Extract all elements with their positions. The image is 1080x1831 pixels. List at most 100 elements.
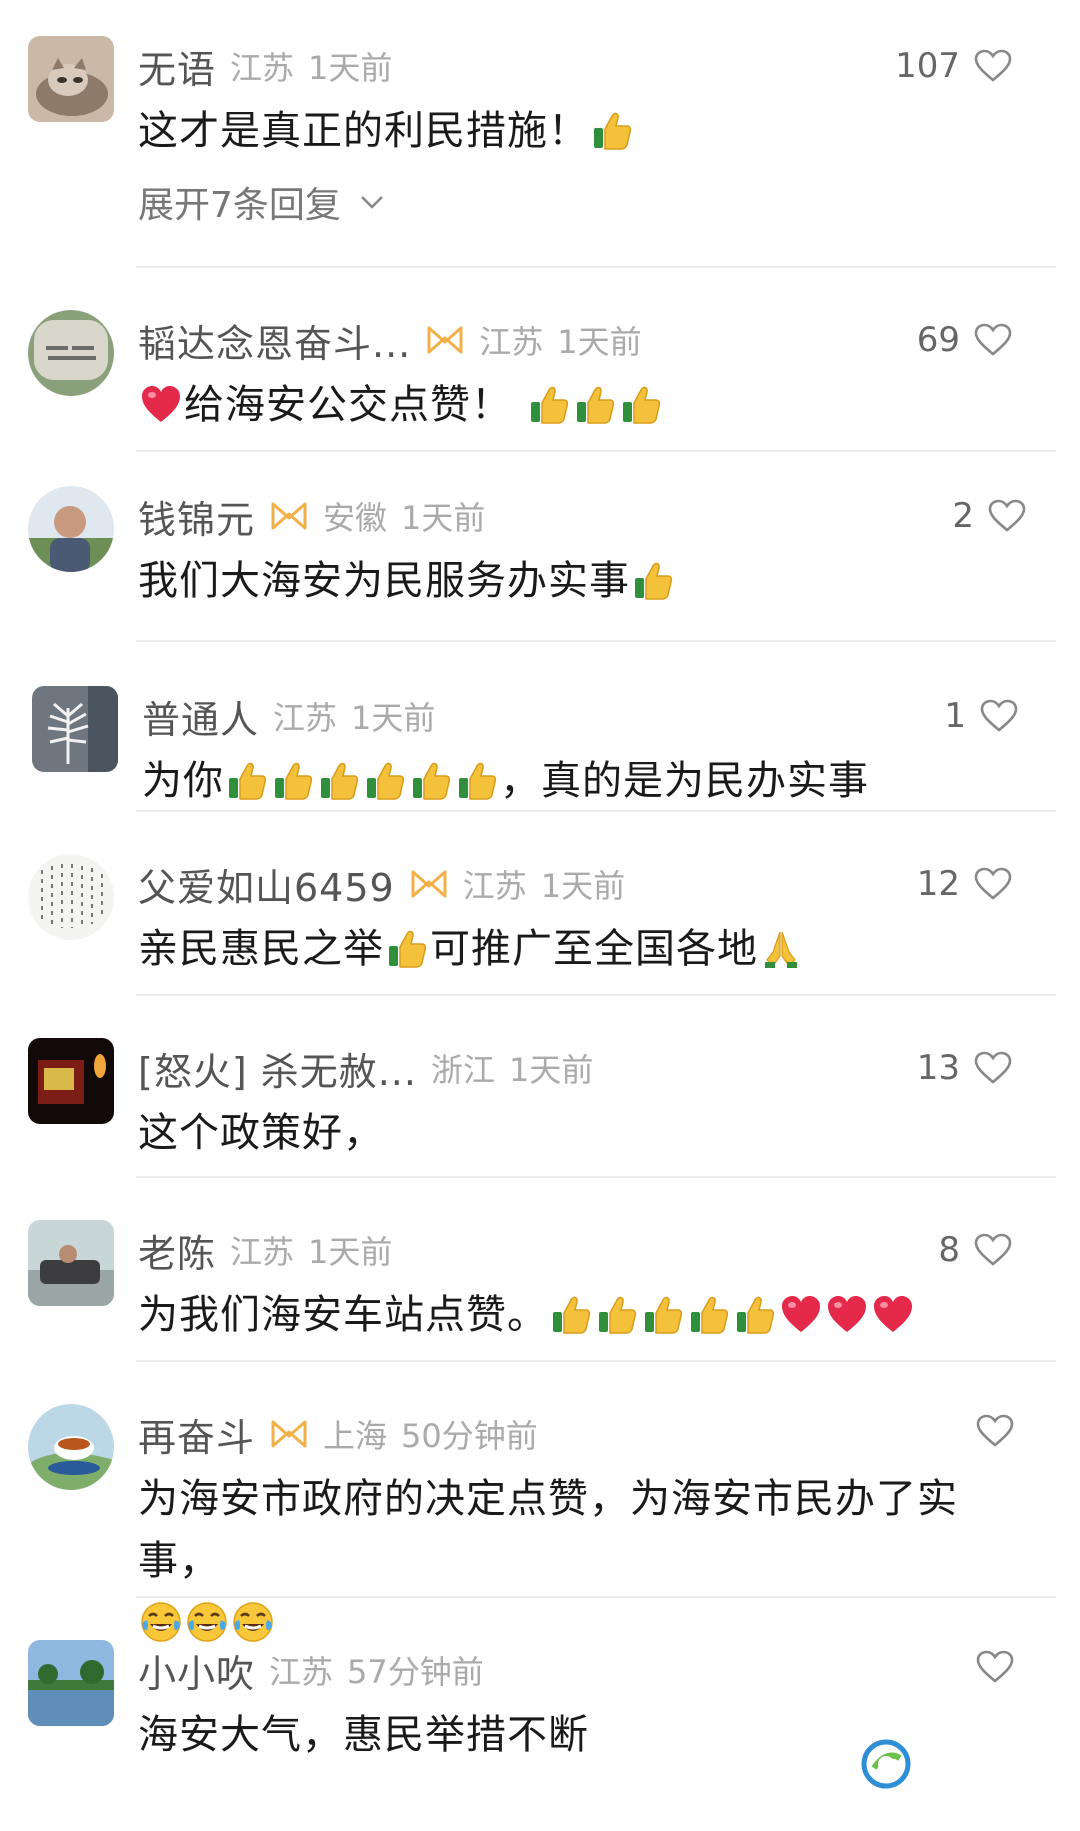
avatar[interactable] <box>28 1220 114 1306</box>
comment-text: 为我们海安车站点赞。 <box>138 1284 1018 1346</box>
comment-text: 亲民惠民之举 可推广至全国各地 <box>138 918 1018 980</box>
thumbs-up-icon <box>641 1292 685 1336</box>
timestamp: 1天前 <box>557 323 642 361</box>
red-heart-icon <box>779 1292 823 1336</box>
heart-outline-icon[interactable] <box>974 1051 1012 1085</box>
chevron-down-icon <box>361 196 383 209</box>
location: 江苏 <box>269 1653 334 1691</box>
like-count: 107 <box>895 46 960 86</box>
divider <box>136 810 1056 812</box>
thumbs-up-icon <box>631 558 675 602</box>
thumbs-up-icon <box>619 382 663 426</box>
heart-outline-icon[interactable] <box>974 323 1012 357</box>
like-button[interactable]: 8 <box>938 1230 1012 1270</box>
thumbs-up-icon <box>225 758 269 802</box>
like-button[interactable] <box>962 1650 1014 1684</box>
thumbs-up-icon <box>527 382 571 426</box>
avatar[interactable] <box>28 36 114 122</box>
timestamp: 50分钟前 <box>401 1417 538 1455</box>
avatar[interactable] <box>28 310 114 396</box>
username[interactable]: 再奋斗 <box>138 1407 255 1462</box>
divider <box>136 1596 1056 1598</box>
red-heart-icon <box>871 1292 915 1336</box>
thumbs-up-icon <box>385 926 429 970</box>
like-button[interactable]: 69 <box>917 320 1012 360</box>
like-count: 1 <box>944 696 966 736</box>
avatar[interactable] <box>28 486 114 572</box>
username[interactable]: 普通人 <box>142 689 259 744</box>
thumbs-up-icon <box>409 758 453 802</box>
heart-outline-icon[interactable] <box>974 1233 1012 1267</box>
heart-outline-icon[interactable] <box>974 867 1012 901</box>
heart-outline-icon[interactable] <box>976 1650 1014 1684</box>
avatar[interactable] <box>28 1404 114 1490</box>
folded-hands-icon <box>759 926 803 970</box>
tears-of-joy-icon <box>185 1600 229 1644</box>
divider <box>136 1176 1056 1178</box>
username[interactable]: 韬达念恩奋斗... <box>138 313 411 368</box>
location: 江苏 <box>479 323 544 361</box>
like-button[interactable]: 2 <box>952 496 1026 536</box>
tears-of-joy-icon <box>139 1600 183 1644</box>
comment-text: 这才是真正的利民措施！ <box>138 100 1018 162</box>
avatar[interactable] <box>32 686 118 772</box>
avatar[interactable] <box>28 1640 114 1726</box>
divider <box>136 994 1056 996</box>
location: 江苏 <box>273 699 338 737</box>
location: 上海 <box>323 1417 388 1455</box>
like-button[interactable]: 107 <box>895 46 1012 86</box>
location: 安徽 <box>323 499 388 537</box>
timestamp: 57分钟前 <box>347 1653 484 1691</box>
expand-replies-button[interactable]: 展开7条回复 <box>138 176 385 228</box>
heart-outline-icon[interactable] <box>980 699 1018 733</box>
thumbs-up-icon <box>595 1292 639 1336</box>
like-count: 12 <box>916 864 960 904</box>
comment-text: 为你 ，真的是为民办实事 <box>142 758 869 804</box>
username[interactable]: 小小吹 <box>138 1643 255 1698</box>
heart-outline-icon[interactable] <box>976 1414 1014 1448</box>
like-count: 13 <box>916 1048 960 1088</box>
thumbs-up-icon <box>271 758 315 802</box>
like-button[interactable] <box>962 1414 1014 1448</box>
comment-text: 我们大海安为民服务办实事 <box>138 550 1018 612</box>
thumbs-up-icon <box>363 758 407 802</box>
like-button[interactable]: 1 <box>944 696 1018 736</box>
username[interactable]: 无语 <box>138 39 216 94</box>
vip-badge-icon <box>269 500 309 532</box>
like-button[interactable]: 13 <box>917 1048 1012 1088</box>
heart-outline-icon[interactable] <box>988 499 1026 533</box>
timestamp: 1天前 <box>401 499 486 537</box>
location: 浙江 <box>430 1051 495 1089</box>
timestamp: 1天前 <box>508 1051 594 1089</box>
location: 江苏 <box>462 867 527 905</box>
tears-of-joy-icon <box>231 1600 275 1644</box>
location: 江苏 <box>230 1233 295 1271</box>
username[interactable]: 钱锦元 <box>138 489 255 544</box>
location: 江苏 <box>230 49 295 87</box>
like-button[interactable]: 12 <box>917 864 1012 904</box>
vip-badge-icon <box>409 868 449 900</box>
comment-text: 给海安公交点赞！ <box>138 374 1018 436</box>
divider <box>136 1360 1056 1362</box>
timestamp: 1天前 <box>308 49 393 87</box>
watermark-logo <box>860 1738 912 1790</box>
avatar[interactable] <box>28 854 114 940</box>
vip-badge-icon <box>425 324 465 356</box>
avatar[interactable] <box>28 1038 114 1124</box>
red-heart-icon <box>139 382 183 426</box>
vip-badge-icon <box>269 1418 309 1450</box>
like-count: 69 <box>916 320 960 360</box>
heart-outline-icon[interactable] <box>974 49 1012 83</box>
comment-text: 为海安市政府的决定点赞，为海安市民办了实事， <box>138 1468 1018 1654</box>
username[interactable]: [怒火] 杀无赦... <box>138 1041 417 1096</box>
timestamp: 1天前 <box>308 1233 393 1271</box>
thumbs-up-icon <box>455 758 499 802</box>
divider <box>136 450 1056 452</box>
divider <box>136 640 1056 642</box>
thumbs-up-icon <box>549 1292 593 1336</box>
comment-text: 这个政策好， <box>138 1110 384 1156</box>
username[interactable]: 老陈 <box>138 1223 216 1278</box>
timestamp: 1天前 <box>540 867 626 905</box>
thumbs-up-icon <box>590 108 634 152</box>
username[interactable]: 父爱如山6459 <box>138 857 395 912</box>
